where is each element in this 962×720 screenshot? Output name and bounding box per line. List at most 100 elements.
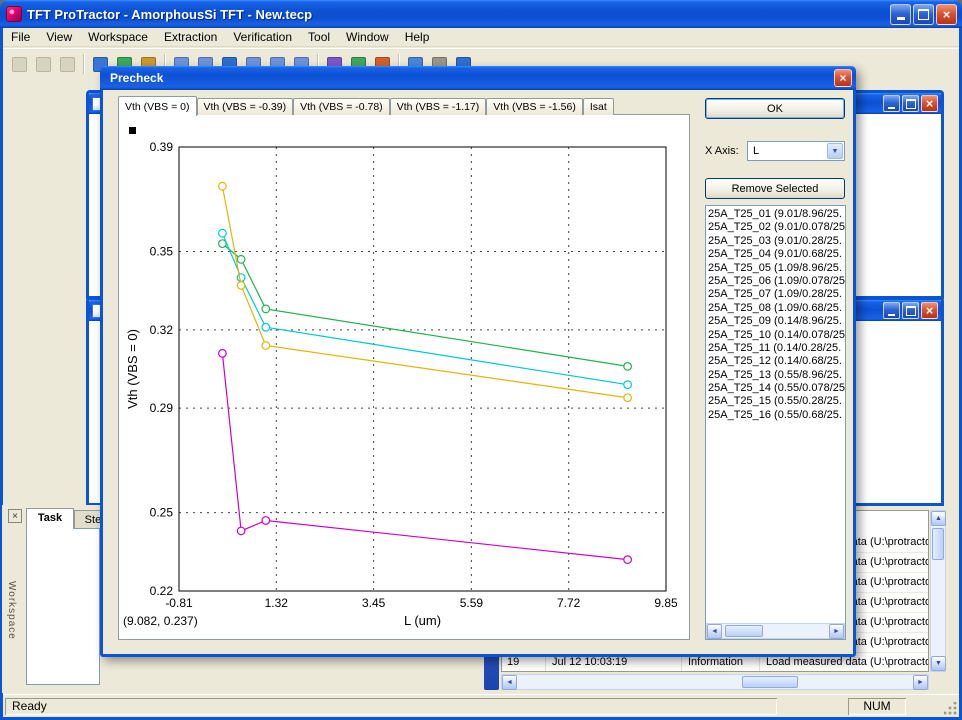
child-close-button[interactable] [921,95,938,112]
data-point-W=0.078[interactable] [624,556,632,564]
list-item[interactable]: 25A_T25_14 (0.55/0.078/25 [708,382,845,395]
child-maximize-button[interactable] [902,95,919,112]
data-point-W=0.078[interactable] [219,350,227,358]
data-point-W=8.96[interactable] [262,305,270,313]
list-item[interactable]: 25A_T25_03 (9.01/0.28/25. [708,235,845,248]
list-item[interactable]: 25A_T25_12 (0.14/0.68/25. [708,355,845,368]
y-tick-label: 0.25 [150,506,174,520]
num-lock-indicator: NUM [848,698,906,715]
toolbar-separator [83,54,85,74]
scroll-right-icon[interactable] [829,624,844,639]
status-message: Ready [5,698,777,715]
child-minimize-button[interactable] [883,302,900,319]
list-item[interactable]: 25A_T25_01 (9.01/8.96/25. [708,208,845,221]
device-list[interactable]: 25A_T25_01 (9.01/8.96/25. 25A_T25_02 (9.… [705,205,846,640]
series-line-W=0.28 [222,233,627,384]
status-bar: Ready NUM [3,694,959,717]
precheck-title: Precheck [110,71,163,85]
maximize-button[interactable] [913,4,934,25]
scrollbar-thumb[interactable] [932,528,944,560]
scroll-up-icon[interactable] [931,511,946,526]
precheck-chart[interactable]: -0.811.323.455.597.729.850.390.350.320.2… [119,115,689,639]
list-item[interactable]: 25A_T25_13 (0.55/8.96/25. [708,369,845,382]
x-tick-label: 1.32 [265,596,289,610]
resize-grip[interactable] [944,702,958,716]
tab-task[interactable]: Task [26,508,74,529]
scroll-right-icon[interactable] [913,675,928,690]
precheck-tab-strip: Vth (VBS = 0) Vth (VBS = -0.39) Vth (VBS… [118,95,614,115]
scroll-left-icon[interactable] [707,624,722,639]
workspace-close-icon[interactable] [8,509,22,523]
menu-workspace[interactable]: Workspace [80,28,156,46]
menu-window[interactable]: Window [338,28,397,46]
list-item[interactable]: 25A_T25_02 (9.01/0.078/25 [708,221,845,234]
data-point-W=8.96[interactable] [237,256,245,264]
scroll-left-icon[interactable] [502,675,517,690]
y-tick-label: 0.29 [150,401,174,415]
child-close-button[interactable] [921,302,938,319]
data-point-W=0.078[interactable] [262,517,270,525]
list-item[interactable]: 25A_T25_16 (0.55/0.68/25. [708,409,845,422]
data-point-W=0.28[interactable] [262,323,270,331]
ok-button[interactable]: OK [705,98,845,119]
list-item[interactable]: 25A_T25_09 (0.14/8.96/25. [708,315,845,328]
tab-isat[interactable]: Isat [583,98,614,115]
menu-bar: File View Workspace Extraction Verificat… [3,28,959,47]
close-button[interactable] [936,4,957,25]
device-list-horizontal-scrollbar[interactable] [706,623,845,639]
child-maximize-button[interactable] [902,302,919,319]
data-point-W=8.96[interactable] [624,363,632,371]
open-file-icon[interactable] [32,53,55,76]
menu-tool[interactable]: Tool [300,28,338,46]
scroll-down-icon[interactable] [931,656,946,671]
data-point-W=0.28[interactable] [219,229,227,237]
workspace-side-caption: Workspace [3,547,20,673]
scrollbar-thumb[interactable] [725,625,763,637]
task-list[interactable] [26,528,100,685]
list-item[interactable]: 25A_T25_08 (1.09/0.68/25. [708,302,845,315]
tab-vth-vbs-0[interactable]: Vth (VBS = 0) [118,96,197,116]
menu-file[interactable]: File [3,28,38,46]
remove-selected-button[interactable]: Remove Selected [705,178,845,199]
y-tick-label: 0.39 [150,140,174,154]
title-bar: TFT ProTractor - AmorphousSi TFT - New.t… [0,0,962,28]
data-point-W=0.68[interactable] [237,282,245,290]
data-point-W=0.078[interactable] [237,527,245,535]
data-point-W=0.68[interactable] [262,342,270,350]
tab-vth-vbs--0.78[interactable]: Vth (VBS = -0.78) [293,98,390,115]
list-item[interactable]: 25A_T25_07 (1.09/0.28/25. [708,288,845,301]
list-item[interactable]: 25A_T25_04 (9.01/0.68/25. [708,248,845,261]
tab-vth-vbs--1.56[interactable]: Vth (VBS = -1.56) [486,98,583,115]
tab-vth-vbs--0.39[interactable]: Vth (VBS = -0.39) [197,98,294,115]
menu-verification[interactable]: Verification [225,28,300,46]
data-point-W=0.28[interactable] [237,274,245,282]
data-point-W=0.68[interactable] [219,182,227,190]
x-axis-select[interactable]: L [747,141,845,161]
precheck-close-button[interactable] [834,69,852,87]
list-item[interactable]: 25A_T25_11 (0.14/0.28/25. [708,342,845,355]
y-axis-title: Vth (VBS = 0) [125,329,140,409]
menu-help[interactable]: Help [397,28,438,46]
tab-vth-vbs--1.17[interactable]: Vth (VBS = -1.17) [390,98,487,115]
list-item[interactable]: 25A_T25_05 (1.09/8.96/25. [708,262,845,275]
log-vertical-scrollbar[interactable] [930,510,946,672]
list-item[interactable]: 25A_T25_06 (1.09/0.078/25 [708,275,845,288]
minimize-button[interactable] [890,4,911,25]
new-document-icon[interactable] [8,53,31,76]
menu-extraction[interactable]: Extraction [156,28,225,46]
data-point-W=0.28[interactable] [624,381,632,389]
save-icon[interactable] [56,53,79,76]
chevron-down-icon[interactable] [827,143,843,159]
data-point-W=0.68[interactable] [624,394,632,402]
menu-view[interactable]: View [38,28,80,46]
x-tick-label: -0.81 [165,596,193,610]
scrollbar-thumb[interactable] [742,676,798,688]
y-tick-label: 0.22 [150,584,174,598]
child-minimize-button[interactable] [883,95,900,112]
y-tick-label: 0.35 [150,244,174,258]
precheck-titlebar: Precheck [100,66,856,90]
list-item[interactable]: 25A_T25_10 (0.14/0.078/25 [708,329,845,342]
log-horizontal-scrollbar[interactable] [501,674,929,690]
x-tick-label: 7.72 [557,596,581,610]
list-item[interactable]: 25A_T25_15 (0.55/0.28/25. [708,395,845,408]
